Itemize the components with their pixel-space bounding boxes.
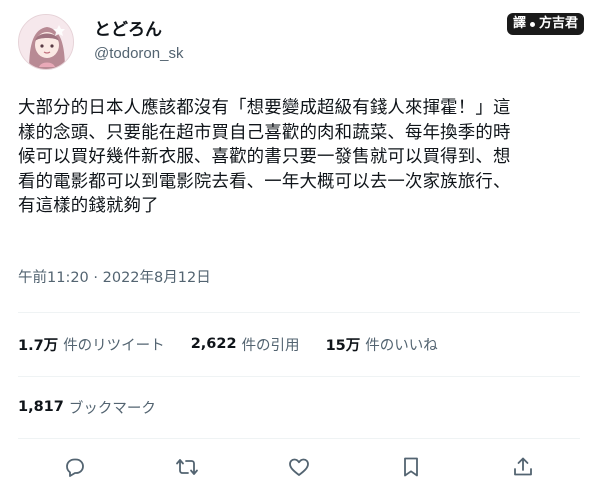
bookmarks-label: ブックマーク (68, 400, 156, 417)
retweets-count: 1.7万 (18, 337, 59, 354)
reply-button[interactable] (62, 454, 88, 480)
retweet-button[interactable] (174, 454, 200, 480)
quotes-count: 2,622 (190, 336, 237, 352)
bookmark-icon (404, 457, 418, 477)
author-names: とどろん @todoron_sk (94, 19, 183, 65)
avatar-illustration (19, 15, 73, 69)
quotes-stat[interactable]: 2,622 件の引用 (191, 334, 300, 355)
tweet-actions-bar (0, 446, 598, 488)
divider (18, 312, 580, 313)
reply-icon (66, 458, 84, 477)
share-button[interactable] (510, 454, 536, 480)
bookmark-button[interactable] (398, 454, 424, 480)
retweets-label: 件のリツイート (63, 337, 165, 354)
tweet-text-line: 候可以買好幾件新衣服、喜歡的書只要一發售就可以買得到、想 (18, 147, 511, 167)
tweet-text-line: 樣的念頭、只要能在超市買自己喜歡的肉和蔬菜、每年換季的時 (18, 122, 511, 143)
credit-name: 方吉君 (538, 16, 578, 31)
likes-stat[interactable]: 15万 件のいいね (326, 334, 438, 355)
engagement-stats: 1.7万 件のリツイート 2,622 件の引用 15万 件のいいね (18, 333, 464, 355)
likes-label: 件のいいね (365, 337, 438, 354)
tweet-header: とどろん @todoron_sk (18, 14, 183, 70)
like-icon (289, 458, 309, 476)
avatar[interactable] (18, 14, 74, 70)
retweet-icon (176, 459, 198, 475)
divider (18, 376, 580, 377)
display-name[interactable]: とどろん (94, 19, 183, 41)
user-handle[interactable]: @todoron_sk (94, 43, 183, 65)
tweet-text-line: 看的電影都可以到電影院去看、一年大概可以去一次家族旅行、 (18, 171, 511, 192)
retweets-stat[interactable]: 1.7万 件のリツイート (18, 334, 165, 355)
credit-prefix: 譯 (512, 16, 526, 31)
quotes-label: 件の引用 (241, 337, 300, 354)
translator-credit-badge: 譯 方吉君 (506, 13, 584, 35)
likes-count: 15万 (325, 337, 361, 354)
bookmarks-stat[interactable]: 1,817 ブックマーク (18, 396, 156, 418)
tweet-timestamp[interactable]: 午前11:20 · 2022年8月12日 (18, 268, 211, 288)
bookmarks-count: 1,817 (18, 399, 64, 415)
tweet-text: 大部分的日本人應該都沒有「想要變成超級有錢人來揮霍！」這 樣的念頭、只要能在超市… (18, 96, 584, 219)
credit-separator-icon (529, 21, 535, 27)
tweet-text-line: 有這樣的錢就夠了 (18, 196, 159, 216)
like-button[interactable] (286, 454, 312, 480)
tweet-card: とどろん @todoron_sk 譯 方吉君 大部分的日本人應該都沒有「想要變成… (0, 0, 598, 495)
divider (18, 438, 580, 439)
share-icon (514, 457, 532, 476)
tweet-text-line: 大部分的日本人應該都沒有「想要變成超級有錢人來揮霍！」這 (18, 98, 511, 118)
